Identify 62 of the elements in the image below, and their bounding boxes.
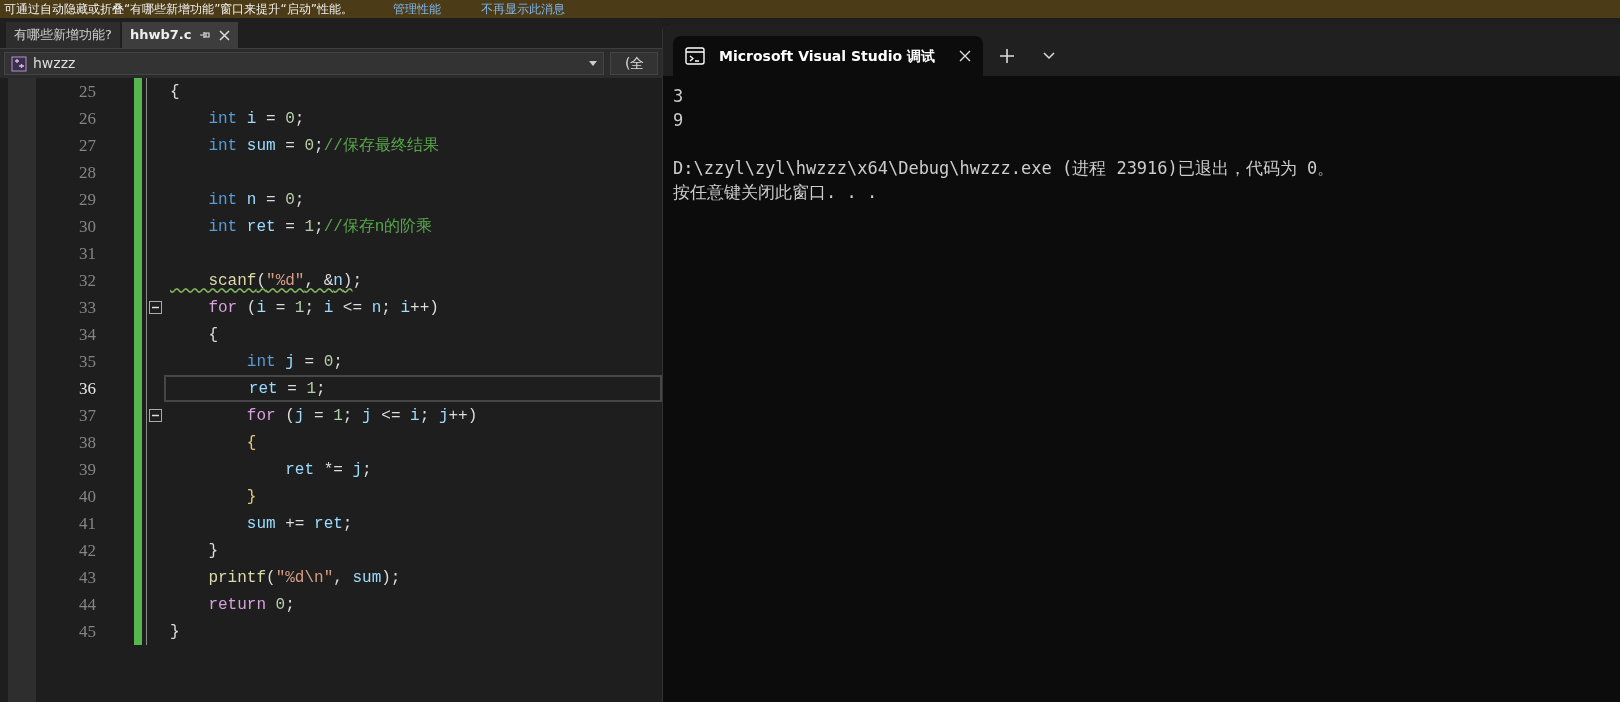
code-line: sum += ret; (245, 513, 353, 535)
plus-icon (1000, 49, 1014, 63)
terminal-icon (685, 47, 705, 65)
line-number: 27 (78, 134, 96, 157)
code-line: { (245, 432, 257, 454)
code-line: int j = 0; (245, 351, 343, 373)
line-number: 37 (78, 404, 96, 427)
console-line: 9 (673, 109, 685, 132)
code-line: } (170, 621, 180, 643)
close-icon[interactable] (959, 50, 971, 62)
line-number: 31 (78, 242, 96, 265)
code-line: ret *= j; (284, 459, 372, 481)
code-line: int sum = 0;//保存最终结果 (207, 135, 439, 157)
collapse-icon[interactable] (149, 301, 162, 314)
document-tab[interactable]: 有哪些新增功能? (6, 22, 120, 48)
line-number: 44 (78, 593, 96, 616)
line-number: 34 (78, 323, 96, 346)
code-line: } (245, 486, 257, 508)
scope-dropdown[interactable]: (全 (610, 52, 658, 75)
code-line: for (i = 1; i <= n; i++) (207, 297, 439, 319)
code-line: int ret = 1;//保存n的阶乘 (207, 216, 433, 238)
project-icon (11, 55, 27, 72)
line-number: 45 (78, 620, 96, 643)
console-line: 按任意键关闭此窗口. . . (673, 181, 879, 204)
line-number: 43 (78, 566, 96, 589)
line-number: 38 (78, 431, 96, 454)
code-line: int i = 0; (207, 108, 305, 130)
caret-icon (589, 61, 597, 66)
notification-link[interactable]: 管理性能 (392, 0, 441, 18)
document-tab[interactable]: hhwb7.c (121, 22, 239, 48)
project-dropdown[interactable]: hwzzz (4, 52, 604, 75)
line-number: 28 (78, 161, 96, 184)
line-number: 36 (78, 377, 96, 400)
line-number: 29 (78, 188, 96, 211)
collapse-icon[interactable] (149, 409, 162, 422)
line-number: 30 (78, 215, 96, 238)
line-number: 41 (78, 512, 96, 535)
line-number: 39 (78, 458, 96, 481)
line-number: 33 (78, 296, 96, 319)
code-line: } (207, 540, 218, 562)
line-number: 42 (78, 539, 96, 562)
line-number: 40 (78, 485, 96, 508)
code-line: { (170, 81, 180, 103)
line-number: 25 (78, 80, 96, 103)
chevron-down-icon (1043, 52, 1055, 60)
code-line: int n = 0; (207, 189, 305, 211)
notification-link[interactable]: 不再显示此消息 (480, 0, 565, 18)
console-line: 3 (673, 85, 685, 108)
code-line: { (207, 324, 218, 346)
code-line: for (j = 1; j <= i; j++) (245, 405, 478, 427)
code-line: scanf("%d", &n); (207, 270, 363, 292)
code-line: printf("%d\n", sum); (207, 567, 401, 589)
code-line: ret = 1; (247, 378, 326, 400)
close-icon[interactable] (219, 29, 231, 41)
console-tab[interactable]: Microsoft Visual Studio 调试 (673, 36, 983, 76)
line-number: 26 (78, 107, 96, 130)
line-number: 32 (78, 269, 96, 292)
console-line: D:\zzyl\zyl\hwzzz\x64\Debug\hwzzz.exe (进程 23916)已退出，代码为 0。 (673, 157, 1336, 180)
code-line: return 0; (207, 594, 295, 616)
pin-icon[interactable] (199, 29, 212, 41)
notification-text: 可通过自动隐藏或折叠“有哪些新增功能”窗口来提升“启动”性能。 (4, 1, 353, 18)
line-number: 35 (78, 350, 96, 373)
